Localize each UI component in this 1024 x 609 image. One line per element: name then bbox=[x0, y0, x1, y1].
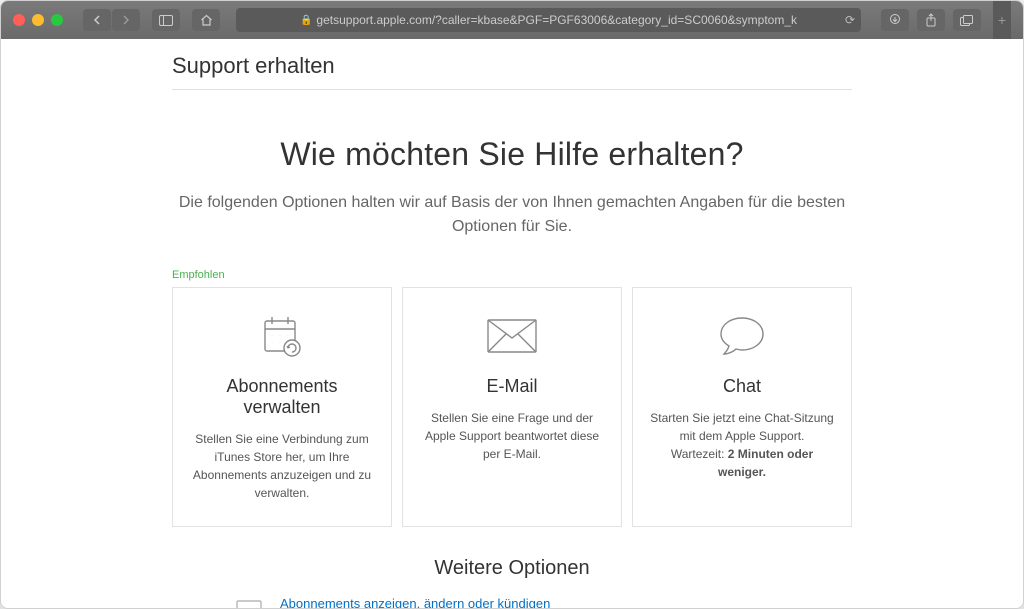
forward-button[interactable] bbox=[112, 9, 140, 31]
card-description: Starten Sie jetzt eine Chat-Sitzung mit … bbox=[649, 409, 835, 481]
option-cards: Abonnements verwalten Stellen Sie eine V… bbox=[172, 287, 852, 527]
browser-window: 🔒 getsupport.apple.com/?caller=kbase&PGF… bbox=[0, 0, 1024, 609]
address-bar[interactable]: 🔒 getsupport.apple.com/?caller=kbase&PGF… bbox=[236, 8, 861, 32]
card-title: E-Mail bbox=[419, 376, 605, 397]
browser-toolbar: 🔒 getsupport.apple.com/?caller=kbase&PGF… bbox=[1, 1, 1023, 39]
calendar-refresh-icon bbox=[189, 310, 375, 362]
home-button[interactable] bbox=[192, 9, 220, 31]
fullscreen-window-button[interactable] bbox=[51, 14, 63, 26]
more-options-section: Weitere Optionen Abonnements anzeigen, ä… bbox=[172, 557, 852, 609]
new-tab-button[interactable]: + bbox=[993, 1, 1011, 39]
card-manage-subscriptions[interactable]: Abonnements verwalten Stellen Sie eine V… bbox=[172, 287, 392, 527]
traffic-lights bbox=[13, 14, 63, 26]
card-chat[interactable]: Chat Starten Sie jetzt eine Chat-Sitzung… bbox=[632, 287, 852, 527]
card-title: Chat bbox=[649, 376, 835, 397]
sidebar-toggle-button[interactable] bbox=[152, 9, 180, 31]
reload-button[interactable]: ⟳ bbox=[845, 13, 855, 27]
hero-heading: Wie möchten Sie Hilfe erhalten? bbox=[172, 136, 852, 173]
hero-subtitle: Die folgenden Optionen halten wir auf Ba… bbox=[172, 191, 852, 239]
recommended-label: Empfohlen bbox=[172, 269, 852, 281]
back-button[interactable] bbox=[83, 9, 111, 31]
document-icon bbox=[232, 596, 266, 609]
minimize-window-button[interactable] bbox=[32, 14, 44, 26]
page-content: Support erhalten Wie möchten Sie Hilfe e… bbox=[1, 39, 1023, 609]
tabs-button[interactable] bbox=[953, 9, 981, 31]
envelope-icon bbox=[419, 310, 605, 362]
lock-icon: 🔒 bbox=[300, 15, 312, 26]
card-email[interactable]: E-Mail Stellen Sie eine Frage und der Ap… bbox=[402, 287, 622, 527]
more-options-heading: Weitere Optionen bbox=[172, 557, 852, 580]
url-text: getsupport.apple.com/?caller=kbase&PGF=P… bbox=[316, 13, 797, 27]
more-option-item[interactable]: Abonnements anzeigen, ändern oder kündig… bbox=[232, 596, 792, 609]
speech-bubble-icon bbox=[649, 310, 835, 362]
page-title: Support erhalten bbox=[172, 39, 852, 90]
share-button[interactable] bbox=[917, 9, 945, 31]
close-window-button[interactable] bbox=[13, 14, 25, 26]
card-description: Stellen Sie eine Frage und der Apple Sup… bbox=[419, 409, 605, 463]
card-description: Stellen Sie eine Verbindung zum iTunes S… bbox=[189, 430, 375, 502]
hero-section: Wie möchten Sie Hilfe erhalten? Die folg… bbox=[172, 136, 852, 239]
card-title: Abonnements verwalten bbox=[189, 376, 375, 418]
more-option-link[interactable]: Abonnements anzeigen, ändern oder kündig… bbox=[280, 596, 792, 609]
downloads-button[interactable] bbox=[881, 9, 909, 31]
